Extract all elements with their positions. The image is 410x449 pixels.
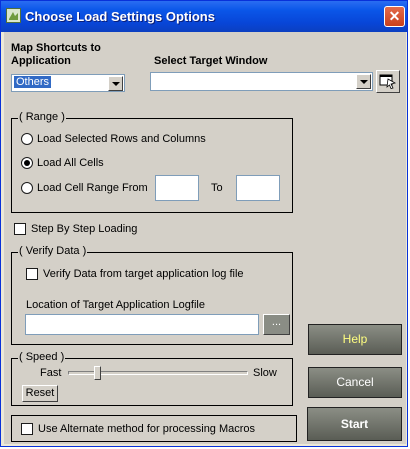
close-button[interactable]: ✕ <box>384 6 405 27</box>
alternate-method-checkbox[interactable] <box>21 423 33 435</box>
radio-load-selected-label: Load Selected Rows and Columns <box>37 133 206 145</box>
speed-slider-thumb[interactable] <box>93 366 101 380</box>
range-from-input[interactable] <box>155 175 199 201</box>
range-group: ( Range ) Load Selected Rows and Columns… <box>11 111 293 213</box>
radio-load-selected[interactable] <box>21 133 33 145</box>
step-by-step-label: Step By Step Loading <box>31 223 138 235</box>
window-title: Choose Load Settings Options <box>25 9 215 24</box>
window-picker-icon <box>379 74 397 89</box>
window-picker-button[interactable] <box>376 70 400 93</box>
alternate-method-label: Use Alternate method for processing Macr… <box>38 423 256 435</box>
verify-checkbox-label: Verify Data from target application log … <box>43 268 244 280</box>
target-window-dropdown[interactable] <box>150 72 373 91</box>
step-by-step-checkbox[interactable] <box>14 223 26 235</box>
close-icon: ✕ <box>388 8 401 24</box>
speed-group-title: ( Speed ) <box>18 351 66 363</box>
shortcuts-label: Map Shortcuts to Application <box>11 42 101 67</box>
app-icon <box>6 8 21 23</box>
speed-slow-label: Slow <box>253 367 277 379</box>
chevron-down-icon[interactable] <box>356 74 371 89</box>
cancel-button[interactable]: Cancel <box>308 367 402 398</box>
logfile-location-label: Location of Target Application Logfile <box>26 299 205 311</box>
alternate-group: Use Alternate method for processing Macr… <box>11 415 297 442</box>
radio-load-all[interactable] <box>21 157 33 169</box>
range-to-label: To <box>211 182 223 194</box>
speed-fast-label: Fast <box>40 367 62 379</box>
logfile-path-input[interactable] <box>25 314 259 335</box>
speed-group: ( Speed ) Fast Slow Reset <box>11 351 293 406</box>
chevron-down-icon[interactable] <box>108 76 123 91</box>
target-window-label: Select Target Window <box>154 55 268 67</box>
verify-group: ( Verify Data ) Verify Data from target … <box>11 245 293 345</box>
shortcuts-dropdown[interactable]: Others <box>11 74 125 92</box>
shortcuts-selected: Others <box>14 76 52 88</box>
browse-button[interactable]: ... <box>263 314 290 335</box>
radio-load-range[interactable] <box>21 182 33 194</box>
dialog-window: Choose Load Settings Options ✕ Map Short… <box>0 0 408 447</box>
dialog-body: Map Shortcuts to Application Others Sele… <box>4 32 406 444</box>
help-button[interactable]: Help <box>308 324 402 355</box>
radio-load-all-label: Load All Cells <box>37 157 104 169</box>
radio-load-range-label: Load Cell Range From <box>37 182 148 194</box>
title-bar[interactable]: Choose Load Settings Options ✕ <box>1 1 407 32</box>
reset-button[interactable]: Reset <box>22 385 58 402</box>
start-button[interactable]: Start <box>307 407 402 441</box>
verify-group-title: ( Verify Data ) <box>18 245 88 257</box>
range-group-title: ( Range ) <box>18 111 66 123</box>
range-to-input[interactable] <box>236 175 280 201</box>
verify-checkbox[interactable] <box>26 268 38 280</box>
